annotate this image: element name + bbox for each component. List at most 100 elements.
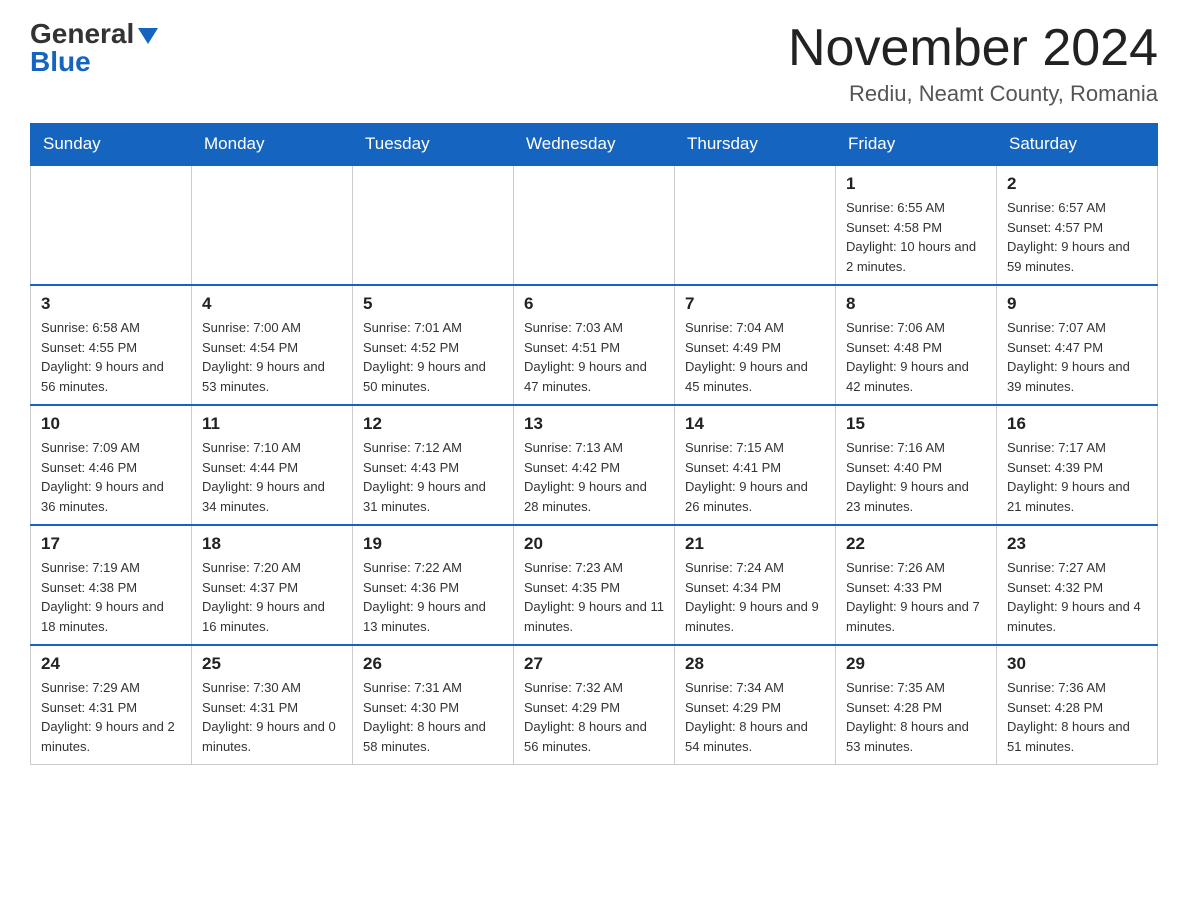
day-info: Sunrise: 7:03 AM Sunset: 4:51 PM Dayligh… xyxy=(524,318,664,396)
day-of-week-header: Tuesday xyxy=(353,124,514,166)
calendar-cell: 12Sunrise: 7:12 AM Sunset: 4:43 PM Dayli… xyxy=(353,405,514,525)
day-number: 9 xyxy=(1007,294,1147,314)
day-number: 18 xyxy=(202,534,342,554)
day-number: 2 xyxy=(1007,174,1147,194)
calendar-cell: 3 Sunrise: 6:58 AM Sunset: 4:55 PM Daylig… xyxy=(31,285,192,405)
calendar-cell: 2 Sunrise: 6:57 AM Sunset: 4:57 PM Daylig… xyxy=(997,165,1158,285)
day-number: 6 xyxy=(524,294,664,314)
calendar-cell: 4 Sunrise: 7:00 AM Sunset: 4:54 PM Daylig… xyxy=(192,285,353,405)
day-number: 19 xyxy=(363,534,503,554)
week-row: 10 Sunrise: 7:09 AM Sunset: 4:46 PM Dayli… xyxy=(31,405,1158,525)
day-info: Sunrise: 7:04 AM Sunset: 4:49 PM Dayligh… xyxy=(685,318,825,396)
week-row: 17Sunrise: 7:19 AM Sunset: 4:38 PM Dayli… xyxy=(31,525,1158,645)
day-number: 30 xyxy=(1007,654,1147,674)
calendar-cell: 8 Sunrise: 7:06 AM Sunset: 4:48 PM Daylig… xyxy=(836,285,997,405)
day-info: Sunrise: 7:27 AM Sunset: 4:32 PM Dayligh… xyxy=(1007,558,1147,636)
day-info: Sunrise: 7:01 AM Sunset: 4:52 PM Dayligh… xyxy=(363,318,503,396)
day-number: 23 xyxy=(1007,534,1147,554)
day-number: 3 xyxy=(41,294,181,314)
calendar-cell xyxy=(31,165,192,285)
day-number: 15 xyxy=(846,414,986,434)
title-area: November 2024 Rediu, Neamt County, Roman… xyxy=(788,20,1158,107)
day-info: Sunrise: 7:10 AM Sunset: 4:44 PM Dayligh… xyxy=(202,438,342,516)
header: General Blue November 2024 Rediu, Neamt … xyxy=(30,20,1158,107)
day-number: 12 xyxy=(363,414,503,434)
day-info: Sunrise: 7:31 AM Sunset: 4:30 PM Dayligh… xyxy=(363,678,503,756)
calendar-cell xyxy=(514,165,675,285)
calendar-cell: 7 Sunrise: 7:04 AM Sunset: 4:49 PM Daylig… xyxy=(675,285,836,405)
day-info: Sunrise: 7:17 AM Sunset: 4:39 PM Dayligh… xyxy=(1007,438,1147,516)
day-info: Sunrise: 7:35 AM Sunset: 4:28 PM Dayligh… xyxy=(846,678,986,756)
day-info: Sunrise: 6:55 AM Sunset: 4:58 PM Dayligh… xyxy=(846,198,986,276)
calendar-cell xyxy=(675,165,836,285)
calendar-cell xyxy=(353,165,514,285)
calendar-cell: 6 Sunrise: 7:03 AM Sunset: 4:51 PM Daylig… xyxy=(514,285,675,405)
day-info: Sunrise: 6:57 AM Sunset: 4:57 PM Dayligh… xyxy=(1007,198,1147,276)
day-number: 25 xyxy=(202,654,342,674)
calendar-cell: 24 Sunrise: 7:29 AM Sunset: 4:31 PM Dayli… xyxy=(31,645,192,765)
logo-blue-text: Blue xyxy=(30,48,91,76)
week-row: 3 Sunrise: 6:58 AM Sunset: 4:55 PM Daylig… xyxy=(31,285,1158,405)
day-info: Sunrise: 7:07 AM Sunset: 4:47 PM Dayligh… xyxy=(1007,318,1147,396)
logo-general-text: General xyxy=(30,20,134,48)
day-info: Sunrise: 7:06 AM Sunset: 4:48 PM Dayligh… xyxy=(846,318,986,396)
calendar-cell: 20 Sunrise: 7:23 AM Sunset: 4:35 PM Dayli… xyxy=(514,525,675,645)
calendar-cell: 5 Sunrise: 7:01 AM Sunset: 4:52 PM Daylig… xyxy=(353,285,514,405)
calendar-cell: 30 Sunrise: 7:36 AM Sunset: 4:28 PM Dayli… xyxy=(997,645,1158,765)
logo-triangle-icon xyxy=(138,28,158,44)
day-number: 8 xyxy=(846,294,986,314)
day-info: Sunrise: 7:36 AM Sunset: 4:28 PM Dayligh… xyxy=(1007,678,1147,756)
day-number: 10 xyxy=(41,414,181,434)
day-number: 28 xyxy=(685,654,825,674)
calendar-cell: 14Sunrise: 7:15 AM Sunset: 4:41 PM Dayli… xyxy=(675,405,836,525)
day-info: Sunrise: 7:16 AM Sunset: 4:40 PM Dayligh… xyxy=(846,438,986,516)
calendar-cell: 25Sunrise: 7:30 AM Sunset: 4:31 PM Dayli… xyxy=(192,645,353,765)
calendar-cell: 13 Sunrise: 7:13 AM Sunset: 4:42 PM Dayli… xyxy=(514,405,675,525)
day-info: Sunrise: 7:23 AM Sunset: 4:35 PM Dayligh… xyxy=(524,558,664,636)
day-info: Sunrise: 7:29 AM Sunset: 4:31 PM Dayligh… xyxy=(41,678,181,756)
calendar-cell: 21 Sunrise: 7:24 AM Sunset: 4:34 PM Dayli… xyxy=(675,525,836,645)
week-row: 1 Sunrise: 6:55 AM Sunset: 4:58 PM Daylig… xyxy=(31,165,1158,285)
calendar-cell: 11 Sunrise: 7:10 AM Sunset: 4:44 PM Dayli… xyxy=(192,405,353,525)
calendar-cell: 28 Sunrise: 7:34 AM Sunset: 4:29 PM Dayli… xyxy=(675,645,836,765)
calendar-cell: 18Sunrise: 7:20 AM Sunset: 4:37 PM Dayli… xyxy=(192,525,353,645)
month-title: November 2024 xyxy=(788,20,1158,77)
day-of-week-header: Friday xyxy=(836,124,997,166)
day-number: 24 xyxy=(41,654,181,674)
day-number: 5 xyxy=(363,294,503,314)
day-info: Sunrise: 7:22 AM Sunset: 4:36 PM Dayligh… xyxy=(363,558,503,636)
day-info: Sunrise: 7:09 AM Sunset: 4:46 PM Dayligh… xyxy=(41,438,181,516)
day-number: 7 xyxy=(685,294,825,314)
calendar-cell: 27Sunrise: 7:32 AM Sunset: 4:29 PM Dayli… xyxy=(514,645,675,765)
day-number: 21 xyxy=(685,534,825,554)
calendar-cell: 17Sunrise: 7:19 AM Sunset: 4:38 PM Dayli… xyxy=(31,525,192,645)
day-number: 26 xyxy=(363,654,503,674)
calendar-cell: 9 Sunrise: 7:07 AM Sunset: 4:47 PM Daylig… xyxy=(997,285,1158,405)
day-number: 16 xyxy=(1007,414,1147,434)
day-info: Sunrise: 6:58 AM Sunset: 4:55 PM Dayligh… xyxy=(41,318,181,396)
day-number: 20 xyxy=(524,534,664,554)
day-info: Sunrise: 7:19 AM Sunset: 4:38 PM Dayligh… xyxy=(41,558,181,636)
calendar-cell: 22Sunrise: 7:26 AM Sunset: 4:33 PM Dayli… xyxy=(836,525,997,645)
day-info: Sunrise: 7:00 AM Sunset: 4:54 PM Dayligh… xyxy=(202,318,342,396)
calendar-cell: 19 Sunrise: 7:22 AM Sunset: 4:36 PM Dayli… xyxy=(353,525,514,645)
day-info: Sunrise: 7:13 AM Sunset: 4:42 PM Dayligh… xyxy=(524,438,664,516)
calendar-cell: 10 Sunrise: 7:09 AM Sunset: 4:46 PM Dayli… xyxy=(31,405,192,525)
location: Rediu, Neamt County, Romania xyxy=(788,81,1158,107)
day-number: 13 xyxy=(524,414,664,434)
day-of-week-header: Saturday xyxy=(997,124,1158,166)
day-number: 11 xyxy=(202,414,342,434)
calendar-table: SundayMondayTuesdayWednesdayThursdayFrid… xyxy=(30,123,1158,765)
day-of-week-header: Wednesday xyxy=(514,124,675,166)
day-info: Sunrise: 7:34 AM Sunset: 4:29 PM Dayligh… xyxy=(685,678,825,756)
day-number: 1 xyxy=(846,174,986,194)
day-number: 29 xyxy=(846,654,986,674)
calendar-cell: 26 Sunrise: 7:31 AM Sunset: 4:30 PM Dayli… xyxy=(353,645,514,765)
calendar-cell xyxy=(192,165,353,285)
day-number: 27 xyxy=(524,654,664,674)
calendar-cell: 1 Sunrise: 6:55 AM Sunset: 4:58 PM Daylig… xyxy=(836,165,997,285)
day-info: Sunrise: 7:24 AM Sunset: 4:34 PM Dayligh… xyxy=(685,558,825,636)
day-info: Sunrise: 7:15 AM Sunset: 4:41 PM Dayligh… xyxy=(685,438,825,516)
calendar-cell: 15 Sunrise: 7:16 AM Sunset: 4:40 PM Dayli… xyxy=(836,405,997,525)
day-number: 4 xyxy=(202,294,342,314)
